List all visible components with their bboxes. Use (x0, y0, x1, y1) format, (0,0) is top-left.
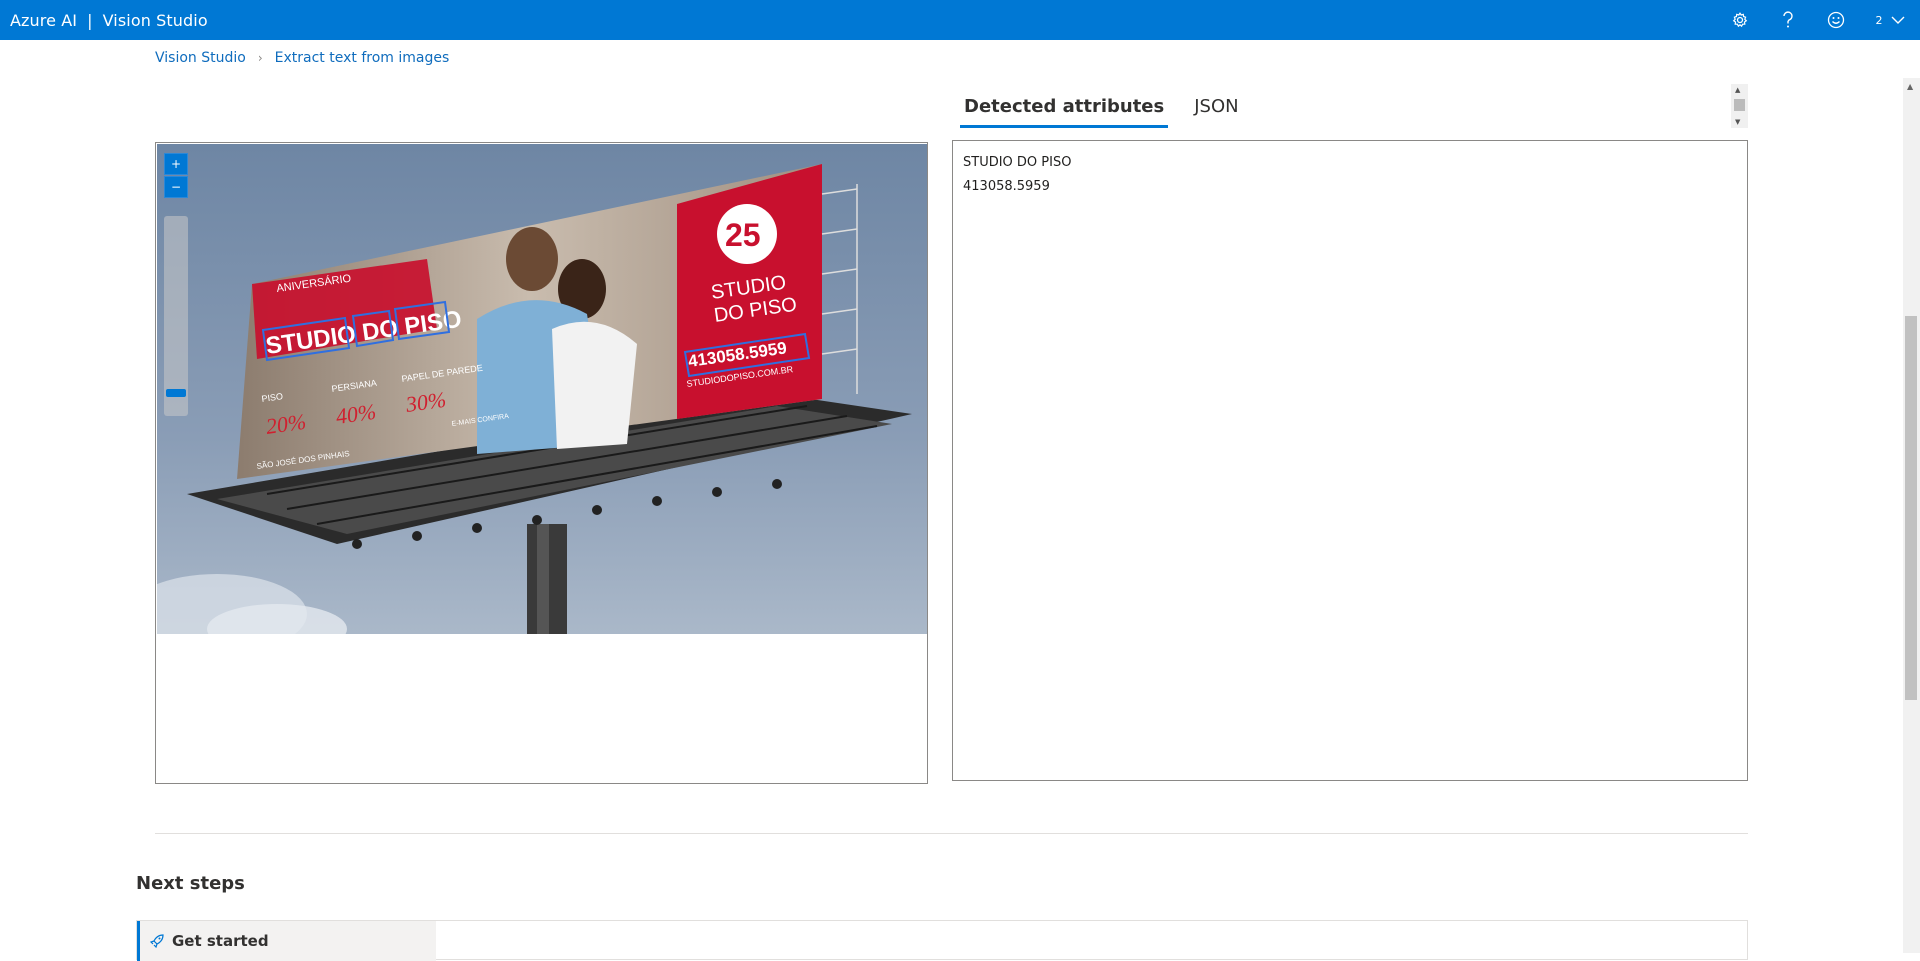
billboard-badge: 25 (725, 217, 761, 253)
help-icon[interactable] (1764, 0, 1812, 40)
step-get-started[interactable]: Get started (137, 921, 436, 961)
next-steps-title: Next steps (136, 873, 245, 894)
zoom-slider[interactable] (164, 216, 188, 416)
scroll-up-arrow-icon[interactable]: ▲ (1735, 86, 1740, 94)
settings-gear-icon[interactable] (1716, 0, 1764, 40)
detected-text-line: STUDIO DO PISO (963, 155, 1072, 170)
scroll-up-arrow-icon[interactable]: ▲ (1907, 82, 1913, 91)
next-steps-list: Get started (136, 920, 1748, 961)
breadcrumb-item-extract-text[interactable]: Extract text from images (275, 50, 450, 66)
account-menu[interactable]: 2 (1860, 0, 1920, 40)
zoom-slider-handle[interactable] (166, 389, 186, 397)
plus-icon: + (170, 157, 182, 171)
billboard-illustration: ANIVERSÁRIO STUDIO DO PISO PISO PERSIANA… (157, 144, 927, 634)
detected-text-line: 413058.5959 (963, 179, 1050, 194)
brand-separator: | (87, 10, 93, 30)
step-label: Get started (172, 932, 269, 950)
scroll-down-arrow-icon[interactable]: ▼ (1735, 118, 1740, 126)
app-brand[interactable]: Azure AI | Vision Studio (0, 11, 208, 30)
breadcrumb: Vision Studio › Extract text from images (155, 50, 449, 66)
billboard-image: ANIVERSÁRIO STUDIO DO PISO PISO PERSIANA… (157, 144, 927, 634)
account-count: 2 (1875, 13, 1883, 27)
tab-detected-attributes[interactable]: Detected attributes (960, 92, 1169, 128)
brand-name: Azure AI (10, 10, 78, 30)
breadcrumb-item-vision-studio[interactable]: Vision Studio (155, 50, 246, 66)
minus-icon: − (170, 180, 182, 194)
detected-attributes-panel: STUDIO DO PISO 413058.5959 (952, 140, 1748, 781)
page-scrollbar[interactable]: ▲ (1903, 78, 1920, 953)
chevron-down-icon (1891, 16, 1904, 24)
zoom-controls: + − (164, 153, 188, 199)
tabs-scrollbar[interactable]: ▲ ▼ (1731, 84, 1748, 128)
top-bar: Azure AI | Vision Studio 2 (0, 0, 1920, 40)
page-scrollbar-thumb[interactable] (1905, 316, 1917, 700)
feedback-smiley-icon[interactable] (1812, 0, 1860, 40)
breadcrumb-chevron-icon: › (257, 51, 263, 65)
rocket-icon (150, 934, 164, 948)
zoom-in-button[interactable]: + (164, 153, 188, 175)
top-bar-actions: 2 (1716, 0, 1920, 40)
zoom-out-button[interactable]: − (164, 176, 188, 198)
section-divider (155, 833, 1748, 834)
product-name: Vision Studio (102, 10, 208, 30)
scrollbar-thumb[interactable] (1734, 99, 1745, 111)
result-tabs: Detected attributes JSON (960, 92, 1265, 128)
image-preview-panel: ANIVERSÁRIO STUDIO DO PISO PISO PERSIANA… (155, 142, 928, 784)
tab-json[interactable]: JSON (1190, 92, 1242, 128)
